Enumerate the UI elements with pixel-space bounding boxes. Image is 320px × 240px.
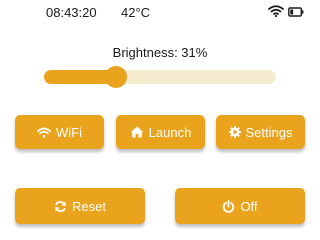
reset-button-label: Reset <box>72 198 106 214</box>
wifi-button-label: WiFi <box>56 124 82 140</box>
brightness-slider[interactable] <box>44 66 276 88</box>
status-icons <box>268 4 304 22</box>
refresh-icon <box>54 200 67 213</box>
slider-knob[interactable] <box>104 66 127 88</box>
clock-time: 08:43:20 <box>46 5 97 20</box>
off-button-label: Off <box>240 198 258 214</box>
battery-icon <box>288 4 304 22</box>
status-bar: 08:43:20 42°C <box>0 0 320 26</box>
launch-button-label: Launch <box>148 124 192 140</box>
gear-icon <box>228 126 241 138</box>
settings-button-label: Settings <box>245 124 293 140</box>
wifi-button[interactable]: WiFi <box>15 115 104 149</box>
brightness-label: Brightness: 31% <box>112 45 208 60</box>
wifi-icon <box>268 4 284 22</box>
home-icon <box>130 126 144 138</box>
off-button[interactable]: Off <box>175 188 305 224</box>
settings-button[interactable]: Settings <box>216 115 305 149</box>
launch-button[interactable]: Launch <box>116 115 205 149</box>
temperature-readout: 42°C <box>121 5 151 20</box>
power-icon <box>222 199 235 213</box>
reset-button[interactable]: Reset <box>15 188 145 224</box>
wifi-icon <box>37 127 51 138</box>
